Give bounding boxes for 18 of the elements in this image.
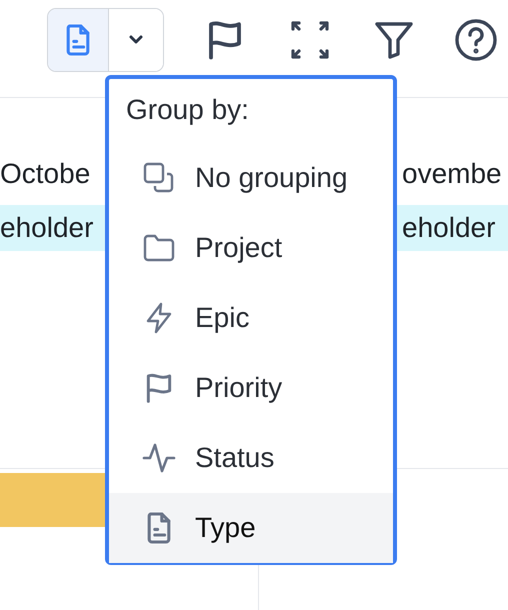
stack-icon <box>143 162 175 194</box>
folder-icon <box>143 234 175 262</box>
row-label: eholder <box>0 211 94 245</box>
caret-icon <box>128 35 144 45</box>
menu-heading: Group by: <box>125 93 250 127</box>
help-icon <box>454 18 498 62</box>
document-icon <box>64 23 92 57</box>
menu-item[interactable]: Type <box>109 493 393 563</box>
dropdown-toggle-button[interactable] <box>108 9 163 71</box>
lightning-icon <box>144 302 174 334</box>
document-icon <box>145 511 173 545</box>
group-type-button[interactable] <box>48 9 108 71</box>
filter-icon <box>374 20 414 60</box>
expand-icon <box>290 20 330 60</box>
pulse-icon <box>142 442 176 474</box>
month-header: Octobe <box>0 156 90 190</box>
month-header: ovembe <box>402 156 503 190</box>
row-label: eholder <box>402 211 496 245</box>
